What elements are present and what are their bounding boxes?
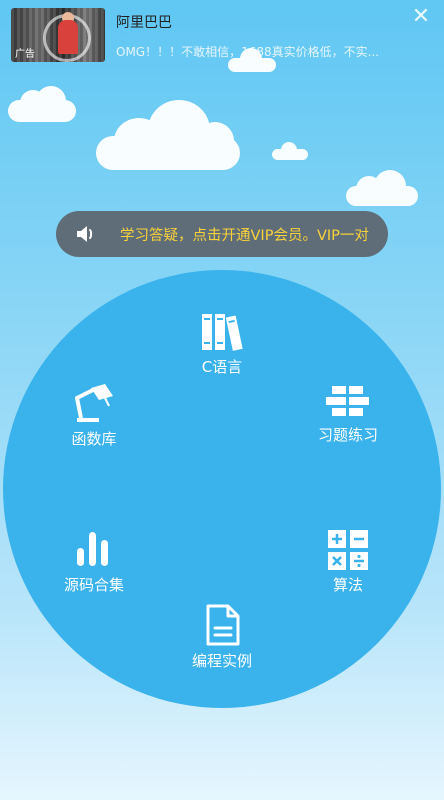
menu-item-function-library[interactable]: 函数库: [54, 384, 134, 449]
menu-item-exercises[interactable]: 习题练习: [306, 386, 390, 445]
bricks-icon: [326, 386, 369, 416]
menu-item-label: C语言: [201, 358, 243, 376]
person-figure: [58, 20, 78, 54]
menu-item-label: 习题练习: [317, 426, 378, 444]
speaker-icon: [77, 226, 93, 242]
menu-item-label: 源码合集: [63, 576, 124, 594]
menu-item-algorithms[interactable]: 算法: [308, 530, 388, 595]
menu-item-programming-examples[interactable]: 编程实例: [180, 604, 264, 671]
menu-item-label: 编程实例: [191, 652, 252, 670]
menu-item-label: 算法: [332, 576, 363, 594]
cloud-decoration: [96, 100, 240, 170]
cloud-decoration: [228, 48, 276, 72]
bars-icon: [77, 532, 108, 566]
ad-banner[interactable]: 广告 阿里巴巴 OMG！！！不敢相信，1688真实价格低，不实... ✕: [0, 0, 444, 68]
notice-bar[interactable]: 学习答疑，点击开通VIP会员。VIP一对: [56, 211, 388, 257]
ad-thumbnail[interactable]: 广告: [11, 8, 105, 62]
desk-lamp-icon: [75, 384, 113, 422]
menu-item-c-language[interactable]: C语言: [182, 312, 262, 377]
ad-title[interactable]: 阿里巴巴: [116, 12, 172, 32]
notice-text[interactable]: 学习答疑，点击开通VIP会员。VIP一对: [120, 224, 369, 245]
cloud-decoration: [346, 170, 418, 206]
document-icon: [206, 604, 240, 646]
cloud-decoration: [272, 142, 308, 160]
menu-item-source-collection[interactable]: 源码合集: [54, 528, 134, 595]
ad-tag: 广告: [15, 49, 35, 60]
calculator-icon: [328, 530, 368, 570]
books-icon: [202, 314, 243, 351]
menu-item-label: 函数库: [71, 430, 117, 448]
cloud-decoration: [8, 86, 76, 122]
close-icon[interactable]: ✕: [408, 4, 434, 30]
